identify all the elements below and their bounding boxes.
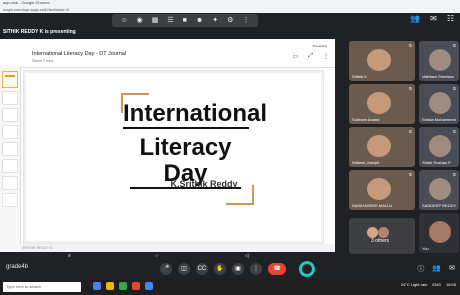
taskbar-search[interactable]: Type here to search [3,282,81,292]
settings-icon[interactable]: ⚙ [227,14,233,27]
mic-off-icon: ⦸ [452,86,456,92]
caption-icon[interactable]: CC [196,263,208,275]
fullscreen-icon[interactable]: ⤢ [308,53,313,60]
eye-icon[interactable]: ◉ [137,14,143,27]
participant-tile[interactable]: ⦸ NAISHASREE MALLU [349,170,415,210]
self-tile[interactable]: You [419,213,459,253]
header-meta: Presenting [312,44,327,48]
chat-icon[interactable]: ✉ [430,14,437,23]
browser-url-bar[interactable]: oogle.com/aqn-wpjz-zwk?authuser=0 [0,6,460,13]
participant-tile[interactable]: ⦸ Srikesh Joseph [349,127,415,167]
shared-screen: International Literacy Day - DT Journal … [0,39,335,252]
thumbnail-8[interactable] [2,193,18,207]
slide-author: K.Srithik Reddy [170,179,238,189]
meet-icon[interactable] [145,282,153,290]
others-count: 3 others [371,238,390,244]
header-icons: ▭ ⤢ ⋮ [293,53,329,60]
people-icon[interactable]: 👥 [410,14,420,23]
smiley-icon[interactable]: ☺ [121,14,128,27]
activities-icon[interactable]: ☷ [447,14,454,23]
present-icon[interactable]: ▭ [293,53,299,60]
participant-tile[interactable]: ⦸ Vaibhavi Sheelam [419,41,459,81]
mic-off-icon: ⦸ [408,86,412,92]
thumbnail-6[interactable] [2,159,18,173]
camera-icon[interactable]: ◫ [178,263,190,275]
participant-tile[interactable]: ⦸ Srithik K [349,41,415,81]
system-tray: 24°C Light rain ENG 16:05 [401,282,456,287]
mic-off-icon: ⦸ [452,43,456,49]
thumbnail-7[interactable] [2,176,18,190]
taskbar-apps [93,282,153,290]
mic-off-icon: ⦸ [452,129,456,135]
current-slide: International Literacy Day K.Srithik Red… [26,73,321,241]
grid-icon[interactable]: ▦ [152,14,159,27]
youtube-icon[interactable] [132,282,140,290]
others-avatar-2 [378,227,389,238]
participant-tile[interactable]: ⦸ Sridda Mohammed [419,84,459,124]
mic-off-icon: ⦸ [408,43,412,49]
thumbnail-3[interactable] [2,108,18,122]
document-title: International Literacy Day - DT Journal [32,51,127,57]
edge-icon[interactable] [93,282,101,290]
activity-indicator-icon [299,261,315,277]
participant-tile[interactable]: ⦸ SANDEEP REDDY [419,170,459,210]
time-text: 16:05 [445,282,456,287]
hand-icon[interactable]: ✋ [214,263,226,275]
top-right-icons: 👥 ✉ ☷ [410,14,460,23]
spark-icon[interactable]: ✦ [212,14,218,27]
mic-off-icon: ⦸ [408,129,412,135]
presenting-banner: SITHIK REDDY K is presenting [0,27,340,37]
more-icon[interactable]: ⋮ [323,53,329,60]
others-avatar-1 [367,227,378,238]
document-subtitle: Saved 2 mins [32,59,54,63]
participant-tile[interactable]: ⦸ Shahi Roshan P [419,127,459,167]
participant-tile[interactable]: ⦸ Subham Anand [349,84,415,124]
thumbnail-2[interactable] [2,91,18,105]
language-text: ENG [432,282,441,287]
windows-taskbar: Type here to search 24°C Light rain ENG … [0,279,460,295]
slides-header: International Literacy Day - DT Journal … [0,39,335,68]
slide-title-line-1: International [123,100,268,129]
slide-footer: SRITHIK REDDY K [20,244,335,252]
dots-icon[interactable]: ⋮ [242,14,249,27]
slides-thumbnails [0,67,21,252]
mic-off-icon: ⦸ [408,172,412,178]
meeting-code: grade4b [6,264,29,270]
mic-icon[interactable]: 🎤 [160,263,172,275]
others-tile[interactable]: 3 others [349,218,415,254]
present-icon[interactable]: ▣ [232,263,244,275]
note-icon[interactable]: ☰ [167,14,173,27]
thumbnail-4[interactable] [2,125,18,139]
mic-off-icon: ⦸ [452,172,456,178]
meeting-controls: 🎤 ◫ CC ✋ ▣ ⋮ ☎ [160,263,286,275]
info-icon[interactable]: ⓘ [417,264,424,274]
thumbnail-5[interactable] [2,142,18,156]
phone-icon[interactable]: ☎ [268,263,286,275]
square-icon[interactable]: ■ [183,14,187,27]
chrome-icon[interactable] [119,282,127,290]
more-icon[interactable]: ⋮ [250,263,262,275]
folder-icon[interactable] [106,282,114,290]
weather-text: 24°C Light rain [400,282,428,287]
chat-icon[interactable]: ✉ [449,264,455,274]
meeting-top-toolbar: ☺ ◉ ▦ ☰ ■ ☻ ✦ ⚙ ⋮ [112,14,258,27]
slide-canvas[interactable]: International Literacy Day K.Srithik Red… [23,70,324,244]
thumbnail-1[interactable] [2,71,18,88]
person-icon[interactable]: ☻ [196,14,203,27]
people-icon[interactable]: 👥 [432,264,441,274]
meeting-bottom-bar: grade4b 🎤 ◫ CC ✋ ▣ ⋮ ☎ ⓘ 👥 ✉ [0,259,460,279]
bottom-right-icons: ⓘ 👥 ✉ [417,264,455,274]
